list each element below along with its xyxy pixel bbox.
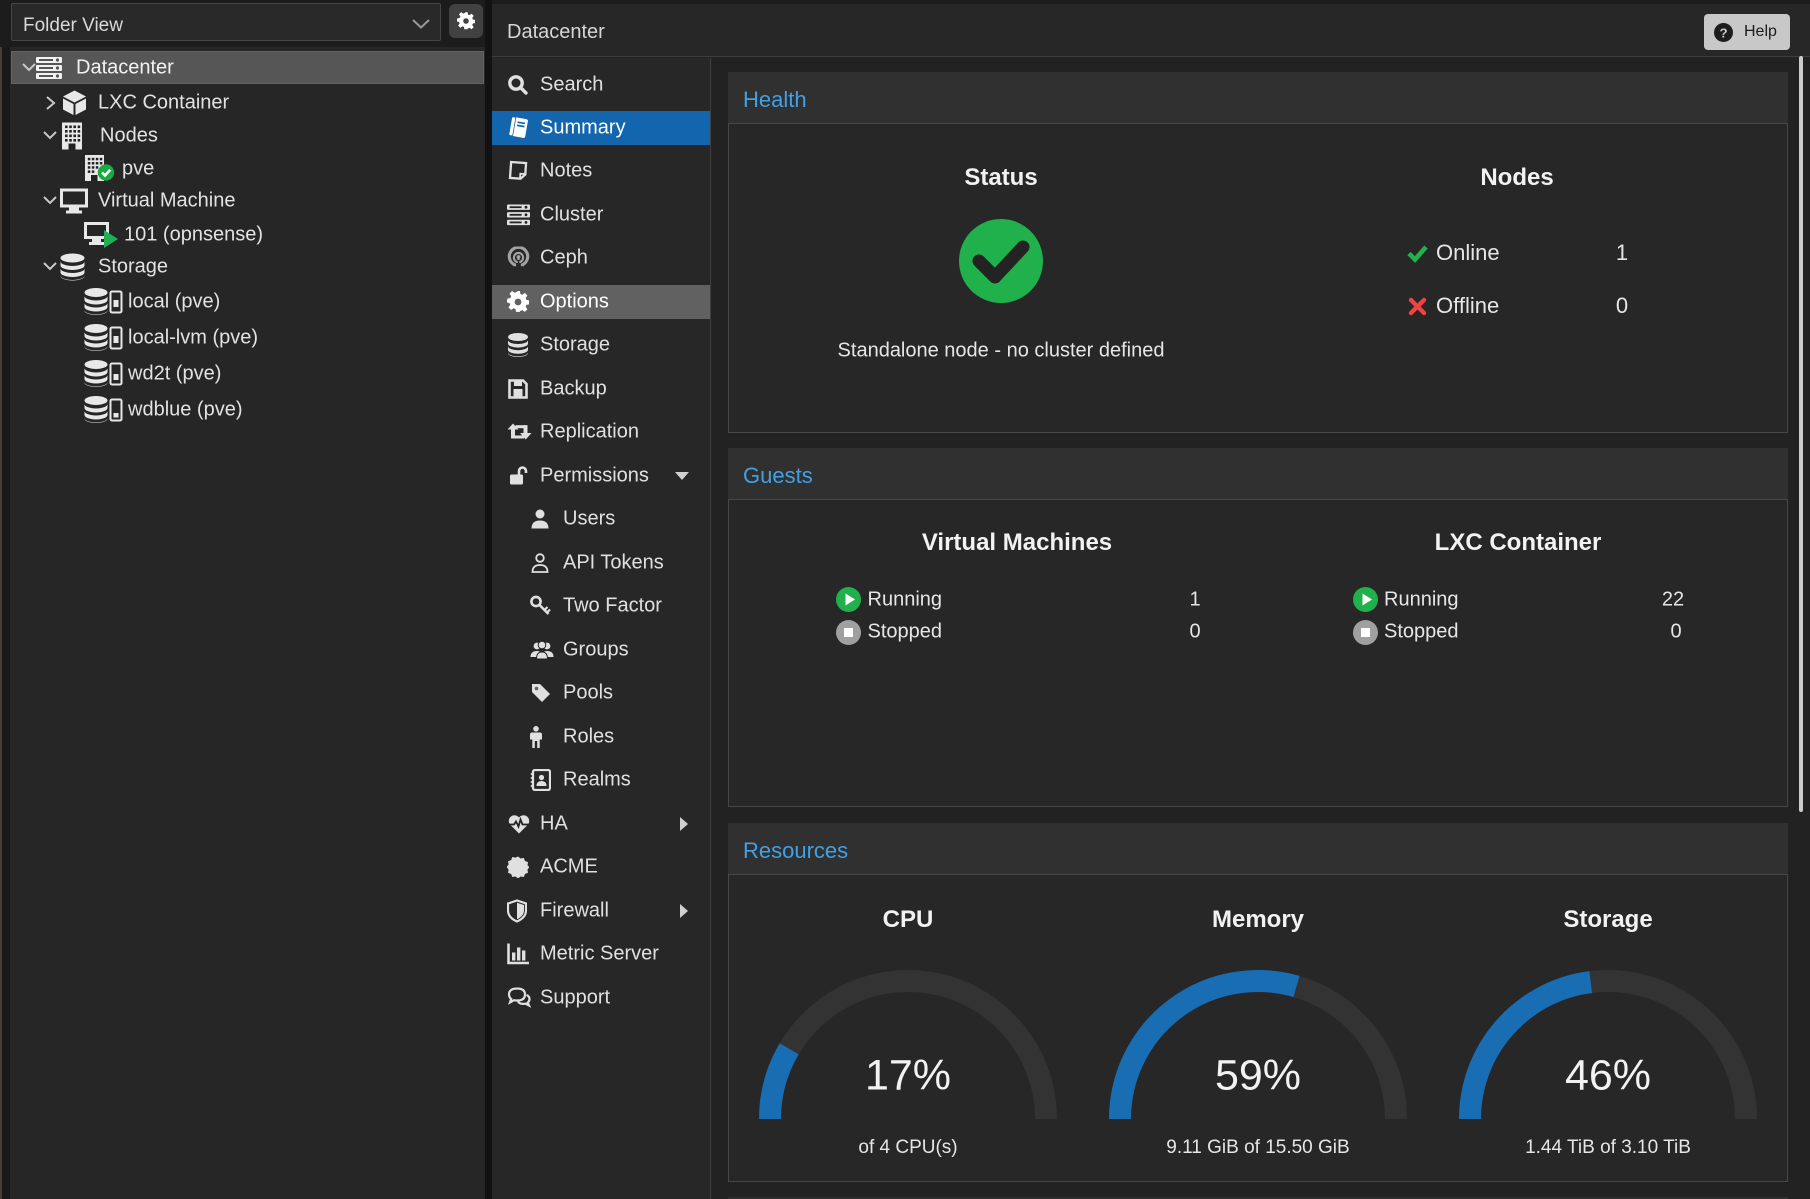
svg-text:?: ? (1719, 25, 1727, 40)
